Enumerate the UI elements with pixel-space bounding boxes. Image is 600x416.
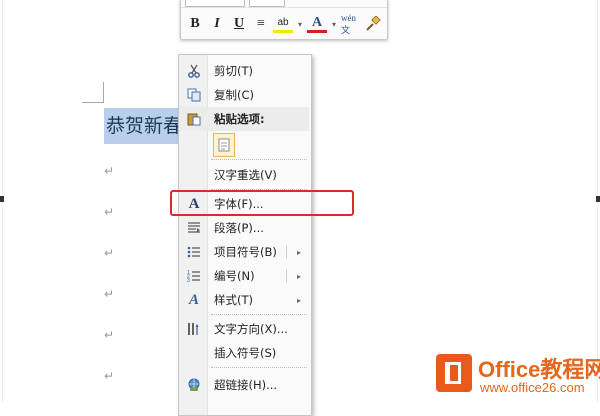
- ruler-marker-right: [596, 196, 600, 202]
- watermark: Office教程网 www.office26.com: [436, 354, 600, 400]
- highlight-dropdown-icon[interactable]: ▾: [295, 14, 305, 34]
- font-size-box[interactable]: [249, 0, 285, 7]
- menu-item-label: 剪切(T): [214, 64, 253, 78]
- menu-item-paragraph[interactable]: 段落(P)...: [179, 216, 309, 240]
- menu-item-label: 复制(C): [214, 88, 255, 102]
- menu-item-insert-symbol[interactable]: 插入符号(S): [179, 341, 309, 365]
- menu-item-styles[interactable]: A 样式(T) ▸: [179, 288, 309, 312]
- menu-item-label: 粘贴选项:: [214, 112, 265, 126]
- scissors-icon: [185, 62, 203, 80]
- menu-item-label: 汉字重选(V): [214, 168, 277, 182]
- menu-item-label: 样式(T): [214, 293, 253, 307]
- mini-toolbar-top-row: [181, 0, 387, 8]
- menu-separator: [211, 159, 307, 160]
- svg-text:3: 3: [187, 278, 190, 283]
- underline-button[interactable]: U: [229, 14, 249, 34]
- format-painter-icon[interactable]: [363, 14, 383, 34]
- hyperlink-icon: [185, 376, 203, 394]
- menu-item-numbering[interactable]: 123 编号(N) ▸: [179, 264, 309, 288]
- menu-item-text-direction[interactable]: 文字方向(X)...: [179, 317, 309, 341]
- menu-item-hyperlink[interactable]: 超链接(H)...: [179, 373, 309, 397]
- menu-item-bullets[interactable]: 项目符号(B) ▸: [179, 240, 309, 264]
- paragraph-icon: [185, 219, 203, 237]
- paragraph-mark: ↵: [104, 164, 115, 178]
- center-align-button[interactable]: ≡: [251, 14, 271, 34]
- highlight-color-button[interactable]: ab: [273, 15, 293, 33]
- keep-text-only-paste-button[interactable]: [213, 133, 235, 157]
- watermark-url: www.office26.com: [480, 380, 585, 395]
- italic-button[interactable]: I: [207, 14, 227, 34]
- split-divider: [286, 245, 287, 259]
- numbering-icon: 123: [185, 267, 203, 285]
- paragraph-mark: ↵: [104, 369, 115, 383]
- submenu-arrow-icon[interactable]: ▸: [297, 248, 301, 257]
- menu-item-label: 编号(N): [214, 269, 255, 283]
- menu-item-label: 段落(P)...: [214, 221, 264, 235]
- submenu-arrow-icon[interactable]: ▸: [297, 272, 301, 281]
- font-color-dropdown-icon[interactable]: ▾: [329, 14, 339, 34]
- menu-item-label: 项目符号(B): [214, 245, 277, 259]
- menu-separator: [211, 314, 307, 315]
- menu-item-paste-options: 粘贴选项:: [179, 107, 309, 131]
- text-direction-icon: [185, 320, 203, 338]
- paste-icon: [185, 110, 203, 128]
- mini-toolbar: B I U ≡ ab ▾ A ▾ wén 文: [180, 0, 388, 40]
- selected-text[interactable]: 恭贺新春: [104, 108, 188, 144]
- menu-item-copy[interactable]: 复制(C): [179, 83, 309, 107]
- paragraph-mark: ↵: [104, 328, 115, 342]
- menu-separator: [211, 367, 307, 368]
- margin-corner-vertical: [103, 82, 104, 102]
- menu-item-label: 超链接(H)...: [214, 378, 278, 392]
- font-name-box[interactable]: [185, 0, 245, 7]
- paragraph-mark: ↵: [104, 246, 115, 260]
- menu-item-label: 文字方向(X)...: [214, 322, 288, 336]
- menu-item-reconvert[interactable]: 汉字重选(V): [179, 163, 309, 187]
- office-logo-icon: [436, 354, 472, 392]
- paragraph-mark: ↵: [104, 205, 115, 219]
- bullets-icon: [185, 243, 203, 261]
- font-item-highlight-box: [170, 190, 354, 216]
- styles-icon: A: [188, 291, 199, 308]
- mini-toolbar-buttons: B I U ≡ ab ▾ A ▾ wén 文: [185, 13, 383, 35]
- menu-item-cut[interactable]: 剪切(T): [179, 59, 309, 83]
- ruler-marker-left: [0, 196, 4, 202]
- menu-item-label: 插入符号(S): [214, 346, 277, 360]
- phonetic-guide-button[interactable]: wén 文: [341, 13, 361, 35]
- split-divider: [286, 269, 287, 283]
- font-color-button[interactable]: A: [307, 15, 327, 33]
- paragraph-mark: ↵: [104, 287, 115, 301]
- bold-button[interactable]: B: [185, 14, 205, 34]
- submenu-arrow-icon: ▸: [296, 295, 301, 305]
- copy-icon: [185, 86, 203, 104]
- context-menu: 剪切(T) 复制(C) 粘贴选项: 汉字重选(V) A 字体(F)... 段落(…: [178, 54, 312, 416]
- margin-corner-horizontal: [82, 102, 104, 103]
